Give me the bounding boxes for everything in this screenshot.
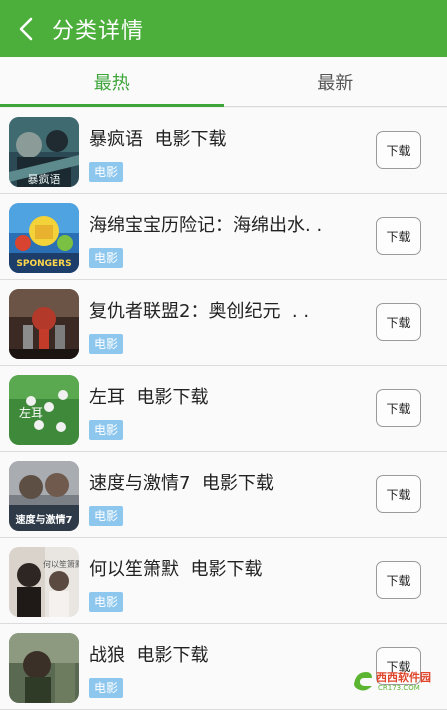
movie-list: 暴疯语 暴疯语 电影下载 电影 下载 SPONGERS 海绵宝宝历险记：海绵出水… (0, 108, 447, 710)
movie-title: 战狼 电影下载 (89, 641, 208, 667)
list-item[interactable]: 速度与激情7 速度与激情7 电影下载 电影 下载 (0, 452, 447, 538)
movie-title: 海绵宝宝历险记：海绵出水. . (89, 211, 322, 237)
category-tag: 电影 (89, 678, 123, 698)
download-button[interactable]: 下载 (376, 561, 421, 599)
svg-text:西西软件园: 西西软件园 (376, 670, 431, 684)
svg-text:SPONGERS: SPONGERS (16, 259, 71, 269)
tab-newest[interactable]: 最新 (224, 57, 447, 106)
svg-text:速度与激情7: 速度与激情7 (16, 513, 73, 526)
list-item[interactable]: 何以笙箫默 何以笙箫默 电影下载 电影 下载 (0, 538, 447, 624)
tab-hottest[interactable]: 最热 (0, 57, 224, 106)
download-button[interactable]: 下载 (376, 131, 421, 169)
svg-text:暴疯语: 暴疯语 (28, 172, 61, 186)
movie-title: 复仇者联盟2：奥创纪元 . . (89, 297, 309, 323)
tab-bar: 最热 最新 (0, 57, 447, 107)
movie-poster: 何以笙箫默 (9, 547, 79, 617)
page-title: 分类详情 (52, 13, 144, 45)
movie-title: 暴疯语 电影下载 (89, 125, 226, 151)
category-tag: 电影 (89, 162, 123, 182)
list-item[interactable]: 暴疯语 暴疯语 电影下载 电影 下载 (0, 108, 447, 194)
movie-poster: 速度与激情7 (9, 461, 79, 531)
chevron-left-icon (17, 16, 35, 42)
download-button[interactable]: 下载 (376, 217, 421, 255)
list-item[interactable]: 左耳 左耳 电影下载 电影 下载 (0, 366, 447, 452)
watermark-logo: 西西软件园 CR173.COM (352, 666, 447, 692)
top-bar: 分类详情 (0, 0, 447, 57)
category-tag: 电影 (89, 506, 123, 526)
movie-poster: 暴疯语 (9, 117, 79, 187)
download-button[interactable]: 下载 (376, 475, 421, 513)
svg-text:何以笙箫默: 何以笙箫默 (43, 559, 79, 569)
category-tag: 电影 (89, 420, 123, 440)
list-item[interactable]: SPONGERS 海绵宝宝历险记：海绵出水. . 电影 下载 (0, 194, 447, 280)
svg-text:CR173.COM: CR173.COM (378, 684, 420, 692)
movie-poster: 左耳 (9, 375, 79, 445)
download-button[interactable]: 下载 (376, 389, 421, 427)
movie-poster (9, 633, 79, 703)
list-item[interactable]: 复仇者联盟2：奥创纪元 . . 电影 下载 (0, 280, 447, 366)
movie-title: 左耳 电影下载 (89, 383, 208, 409)
movie-poster (9, 289, 79, 359)
svg-text:左耳: 左耳 (19, 405, 43, 420)
category-tag: 电影 (89, 248, 123, 268)
movie-title: 何以笙箫默 电影下载 (89, 555, 262, 581)
movie-title: 速度与激情7 电影下载 (89, 469, 274, 495)
download-button[interactable]: 下载 (376, 303, 421, 341)
back-button[interactable] (0, 0, 52, 57)
category-tag: 电影 (89, 592, 123, 612)
movie-poster: SPONGERS (9, 203, 79, 273)
category-tag: 电影 (89, 334, 123, 354)
